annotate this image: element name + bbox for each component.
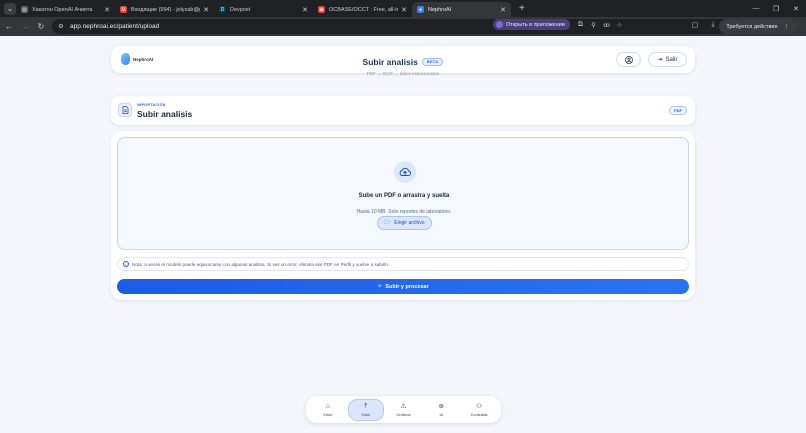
drop-zone[interactable]: Sube un PDF o arrastra y suelta Hasta 10… [117, 137, 689, 250]
info-icon: i [123, 261, 129, 267]
chart-icon: ⚠ [400, 402, 407, 410]
dropzone-subtitle: Hasta 10 MB. Solo reportes de laboratori… [356, 209, 452, 215]
folder-icon: 🗁 [384, 219, 392, 226]
note-text: Nota: a veces el modelo puede equivocars… [132, 261, 390, 267]
cloud-upload-icon [394, 161, 416, 183]
nav-label: Gráficos [396, 412, 411, 417]
url-text: app.nephroai.ec/patient/upload [70, 23, 160, 30]
nav-item-subir[interactable]: ⤒ Subir [347, 398, 384, 421]
upload-process-button[interactable]: ✧ Subir y procesar [117, 279, 689, 294]
browser-tab-5[interactable]: ● NephroAI ✕ [412, 2, 511, 17]
kebab-menu-icon[interactable]: ⋮ [784, 24, 790, 30]
nav-item-consultas[interactable]: ⚇ Consultas [461, 399, 497, 421]
new-tab-icon[interactable]: + [519, 3, 525, 14]
sparkle-icon: ✧ [377, 284, 383, 290]
exit-label: Salir [665, 56, 678, 63]
nav-label: Consultas [470, 412, 488, 417]
action-required-button[interactable]: Требуется действие ⋮ [719, 19, 796, 34]
omnibox-tools: ⧉ ⚲ ꝏ ☆ [574, 18, 626, 31]
window-controls: — ❐ ✕ [746, 0, 806, 17]
app-icon [496, 21, 503, 28]
maximize-icon[interactable]: ❐ [766, 5, 786, 13]
site-info-icon[interactable]: ⚙ [55, 21, 67, 33]
extensions-icon[interactable]: ▢ [686, 21, 704, 33]
upload-card: Sube un PDF o arrastra y suelta Hasta 10… [111, 131, 695, 300]
header-center: Subir analisis BETA PDF → OCR → datos es… [111, 52, 695, 76]
consult-icon: ⚇ [476, 402, 482, 410]
tab-close-icon[interactable]: ✕ [302, 6, 308, 14]
zoom-icon[interactable]: ⚲ [587, 21, 600, 29]
browser-tabstrip: ⌄ ◎ Хакатон OpenAI Ачиета ✕ M Входящие (… [0, 0, 806, 17]
browser-tab-3[interactable]: D Devpost ✕ [214, 2, 313, 17]
open-in-app-label: Открыть в приложении [506, 21, 565, 28]
tab-label: Devpost [230, 6, 251, 13]
tab-search-icon[interactable]: ⌄ [4, 2, 16, 15]
occt-icon: ▣ [318, 6, 325, 13]
logout-icon: ⇥ [657, 57, 663, 63]
gmail-icon: M [120, 6, 127, 13]
tab-label: OCBASE/OCCT : Free, all-in-on [329, 6, 399, 13]
tab-close-icon[interactable]: ✕ [500, 6, 506, 14]
browser-tab-4[interactable]: ▣ OCBASE/OCCT : Free, all-in-on ✕ [313, 2, 412, 17]
model-note: i Nota: a veces el modelo puede equivoca… [117, 257, 689, 271]
tab-close-icon[interactable]: ✕ [401, 6, 407, 14]
nephroai-favicon-icon: ● [417, 6, 424, 13]
tab-close-icon[interactable]: ✕ [104, 6, 110, 14]
app-header: NephroAI Subir analisis BETA PDF → OCR →… [111, 46, 695, 76]
section-eyebrow: IMPORTACIÓN [137, 103, 166, 107]
page-subtitle: PDF → OCR → datos estructurados [366, 71, 440, 76]
minimize-icon[interactable]: — [746, 5, 766, 12]
nav-item-ia[interactable]: ⊛ IA [423, 399, 459, 421]
nav-label: Inicio [323, 412, 333, 417]
nav-label: Subir [361, 412, 371, 417]
bottom-nav: ⌂ Inicio ⤒ Subir ⚠ Gráficos ⊛ IA ⚇ Consu… [306, 396, 501, 423]
browser-tab-1[interactable]: ◎ Хакатон OpenAI Ачиета ✕ [16, 2, 115, 17]
address-bar[interactable]: ⚙ app.nephroai.ec/patient/upload [52, 19, 796, 34]
pdf-badge: PDF [669, 106, 687, 115]
tab-label: Входящие (994) - jolyzab@gm [131, 6, 201, 13]
tab-label: NephroAI [428, 6, 452, 13]
upload-icon: ⤒ [364, 402, 368, 410]
import-header-card: IMPORTACIÓN Subir analisis PDF [111, 96, 695, 125]
nav-item-inicio[interactable]: ⌂ Inicio [310, 399, 346, 421]
user-circle-icon [624, 55, 633, 64]
dropzone-title: Sube un PDF o arrastra y suelta [358, 193, 450, 199]
bookmark-star-icon[interactable]: ☆ [613, 21, 626, 29]
upload-process-label: Subir y procesar [385, 283, 429, 290]
tab-favicon-icon: ◎ [21, 6, 28, 13]
beta-badge: BETA [421, 58, 444, 66]
tab-close-icon[interactable]: ✕ [203, 6, 209, 14]
tab-label: Хакатон OpenAI Ачиета [32, 6, 93, 13]
section-title: Subir analisis [137, 109, 193, 119]
choose-file-button[interactable]: 🗁 Elegir archivo [377, 216, 432, 230]
home-icon: ⌂ [325, 402, 330, 410]
ai-icon: ⊛ [438, 402, 444, 410]
open-in-app-button[interactable]: Открыть в приложении [493, 19, 570, 30]
translate-icon[interactable]: ⧉ [574, 21, 587, 29]
close-window-icon[interactable]: ✕ [786, 5, 806, 13]
nav-item-graficos[interactable]: ⚠ Gráficos [385, 399, 421, 421]
browser-tab-2[interactable]: M Входящие (994) - jolyzab@gm ✕ [115, 2, 214, 17]
exit-button[interactable]: ⇥ Salir [648, 52, 687, 67]
devpost-icon: D [219, 6, 226, 13]
reload-icon[interactable]: ↻ [34, 22, 48, 31]
user-profile-button[interactable] [616, 52, 641, 67]
reader-icon[interactable]: ꝏ [600, 21, 613, 29]
document-icon [118, 103, 132, 117]
choose-file-label: Elegir archivo [394, 220, 425, 226]
forward-icon[interactable]: → [18, 22, 32, 31]
action-required-label: Требуется действие [726, 23, 778, 30]
nav-label: IA [439, 412, 444, 417]
page-title: Subir analisis [362, 57, 418, 67]
back-icon[interactable]: ← [2, 22, 16, 31]
